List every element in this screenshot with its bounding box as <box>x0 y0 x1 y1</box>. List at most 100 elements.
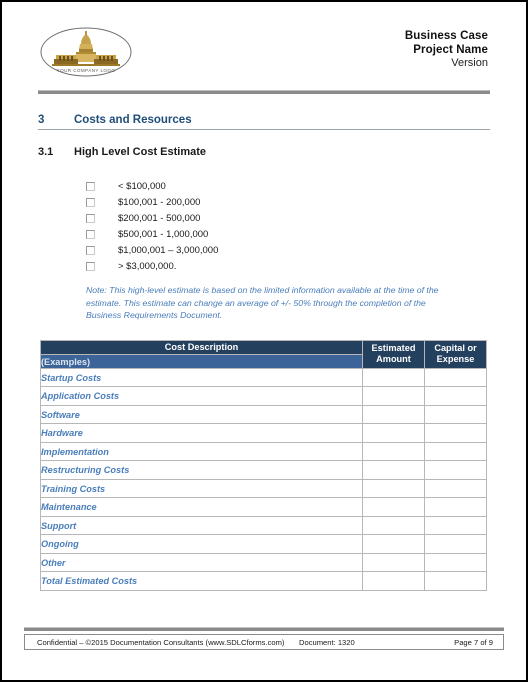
table-header-row: Cost Description Estimated Amount Capita… <box>40 339 487 369</box>
section-heading-wrap: 3 Costs and Resources <box>38 114 490 130</box>
cell-capital-or-expense[interactable] <box>424 478 487 499</box>
table-row: Total Estimated Costs <box>40 571 487 591</box>
cell-estimated-amount[interactable] <box>362 552 425 573</box>
checkbox-icon[interactable] <box>86 245 95 255</box>
checkbox-row[interactable]: > $3,000,000. <box>86 258 504 274</box>
document-title: Business Case <box>404 30 488 42</box>
footer-document-number: Document: 1320 <box>299 637 355 647</box>
table-row: Ongoing <box>40 534 487 554</box>
row-label-support: Support <box>40 515 363 536</box>
checkbox-label: $500,001 - 1,000,000 <box>118 228 209 240</box>
cell-estimated-amount[interactable] <box>362 497 425 517</box>
cell-capital-or-expense[interactable] <box>424 367 487 388</box>
cell-estimated-amount[interactable] <box>362 423 425 443</box>
table-row: Hardware <box>40 423 487 443</box>
document-title-block: Business Case Project Name Version <box>405 26 488 70</box>
cell-capital-or-expense[interactable] <box>424 386 487 406</box>
checkbox-label: $100,001 - 200,000 <box>118 196 201 208</box>
checkbox-label: < $100,000 <box>118 180 166 192</box>
checkbox-icon[interactable] <box>86 197 95 207</box>
table-head: Cost Description Estimated Amount Capita… <box>40 339 487 369</box>
cell-capital-or-expense[interactable] <box>424 515 487 536</box>
capitol-building-logo-icon: YOUR COMPANY LOGO <box>40 27 132 77</box>
company-logo: YOUR COMPANY LOGO <box>38 26 134 78</box>
document-header: YOUR COMPANY LOGO Business Case Project … <box>24 20 504 82</box>
table-body: Startup Costs Application Costs Software… <box>40 367 487 591</box>
checkbox-row[interactable]: $500,001 - 1,000,000 <box>86 226 504 242</box>
table-row: Application Costs <box>40 386 487 406</box>
checkbox-row[interactable]: $200,001 - 500,000 <box>86 210 504 226</box>
section-title: Costs and Resources <box>74 114 192 126</box>
checkbox-icon[interactable] <box>86 213 95 223</box>
row-label-total-estimated-costs: Total Estimated Costs <box>40 571 363 591</box>
table-row: Maintenance <box>40 497 487 517</box>
header-divider <box>38 90 490 94</box>
checkbox-icon[interactable] <box>86 181 95 191</box>
footer-page-number: Page 7 of 9 <box>454 637 493 647</box>
checkbox-icon[interactable] <box>86 261 95 271</box>
checkbox-icon[interactable] <box>86 229 95 239</box>
row-label-application-costs: Application Costs <box>40 386 363 406</box>
cell-capital-or-expense[interactable] <box>424 404 487 425</box>
cell-estimated-amount[interactable] <box>362 404 425 425</box>
checkbox-row[interactable]: $100,001 - 200,000 <box>86 194 504 210</box>
document-page: YOUR COMPANY LOGO Business Case Project … <box>0 0 528 682</box>
cell-capital-or-expense[interactable] <box>424 423 487 443</box>
table-row: Startup Costs <box>40 367 487 388</box>
row-label-other: Other <box>40 552 363 573</box>
row-label-implementation: Implementation <box>40 441 363 462</box>
row-label-maintenance: Maintenance <box>40 497 363 517</box>
cell-capital-or-expense[interactable] <box>424 534 487 554</box>
cell-estimated-amount[interactable] <box>362 571 425 591</box>
cell-capital-or-expense[interactable] <box>424 497 487 517</box>
row-label-ongoing: Ongoing <box>40 534 363 554</box>
cell-capital-or-expense[interactable] <box>424 571 487 591</box>
checkbox-row[interactable]: < $100,000 <box>86 178 504 194</box>
cell-capital-or-expense[interactable] <box>424 460 487 480</box>
section-heading: 3 Costs and Resources <box>38 114 490 130</box>
column-subheader-examples: (Examples) <box>40 354 363 369</box>
section-number: 3 <box>38 114 45 126</box>
column-header-cost-description: Cost Description <box>40 339 363 356</box>
checkbox-row[interactable]: $1,000,001 – 3,000,000 <box>86 242 504 258</box>
footer-box: Confidential – ©2015 Documentation Consu… <box>24 634 504 650</box>
row-label-software: Software <box>40 404 363 425</box>
table-row: Software <box>40 404 487 425</box>
checkbox-label: $1,000,001 – 3,000,000 <box>118 244 219 256</box>
subsection-number: 3.1 <box>38 146 54 158</box>
cell-estimated-amount[interactable] <box>362 460 425 480</box>
footer-divider <box>24 627 504 631</box>
cell-estimated-amount[interactable] <box>362 534 425 554</box>
row-label-restructuring-costs: Restructuring Costs <box>40 460 363 480</box>
cell-capital-or-expense[interactable] <box>424 441 487 462</box>
table-row: Training Costs <box>40 478 487 499</box>
table-row: Implementation <box>40 441 487 462</box>
logo-caption: YOUR COMPANY LOGO <box>57 68 116 73</box>
subsection-title: High Level Cost Estimate <box>74 146 207 158</box>
row-label-startup-costs: Startup Costs <box>40 367 363 388</box>
page-content: YOUR COMPANY LOGO Business Case Project … <box>2 2 526 680</box>
footer-confidential: Confidential – ©2015 Documentation Consu… <box>37 637 285 647</box>
cell-estimated-amount[interactable] <box>362 515 425 536</box>
cell-estimated-amount[interactable] <box>362 441 425 462</box>
table-row: Restructuring Costs <box>40 460 487 480</box>
subsection-heading: 3.1 High Level Cost Estimate <box>38 146 490 158</box>
estimate-note: Note: This high-level estimate is based … <box>86 285 439 321</box>
cell-capital-or-expense[interactable] <box>424 552 487 573</box>
table-row: Support <box>40 515 487 536</box>
checkbox-label: $200,001 - 500,000 <box>118 212 201 224</box>
row-label-hardware: Hardware <box>40 423 363 443</box>
document-version: Version <box>451 57 488 70</box>
column-header-estimated-amount: Estimated Amount <box>362 339 425 369</box>
checkbox-label: > $3,000,000. <box>118 260 177 272</box>
cost-estimate-table: Cost Description Estimated Amount Capita… <box>40 339 487 591</box>
table-row: Other <box>40 552 487 573</box>
cell-estimated-amount[interactable] <box>362 478 425 499</box>
column-header-capital-or-expense: Capital or Expense <box>424 339 487 369</box>
project-name: Project Name <box>413 43 488 56</box>
cell-estimated-amount[interactable] <box>362 386 425 406</box>
document-footer: Confidential – ©2015 Documentation Consu… <box>24 627 504 650</box>
row-label-training-costs: Training Costs <box>40 478 363 499</box>
cost-range-checkbox-list: < $100,000 $100,001 - 200,000 $200,001 -… <box>86 178 504 274</box>
cell-estimated-amount[interactable] <box>362 367 425 388</box>
